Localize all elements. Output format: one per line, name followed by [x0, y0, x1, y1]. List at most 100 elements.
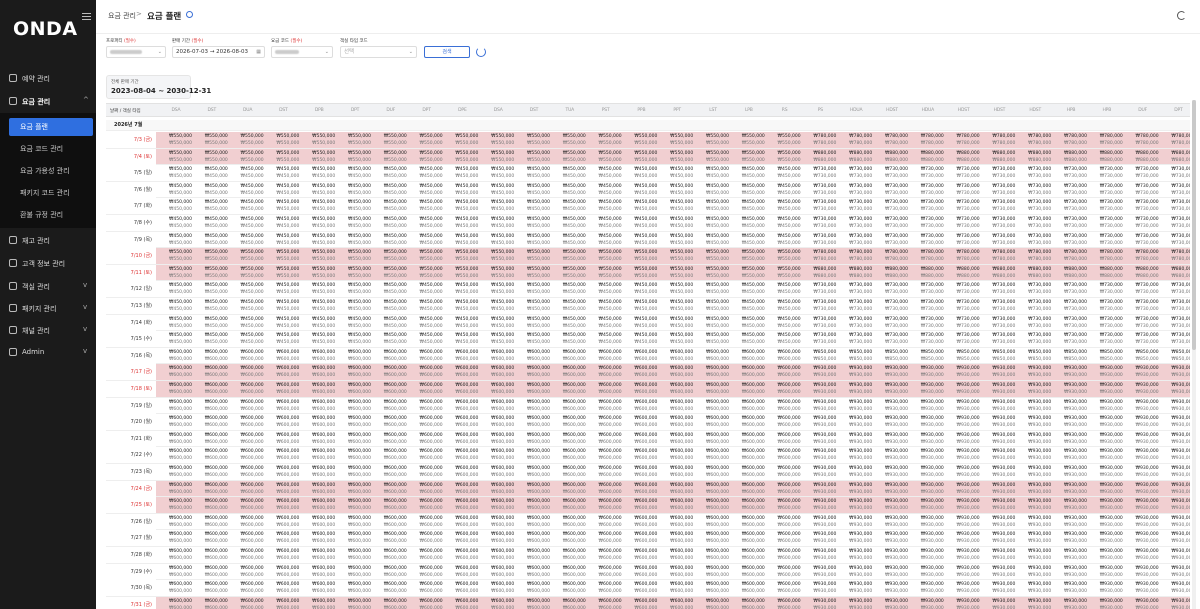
rate-cell[interactable]: ₩600,000 ₩600,000 — [588, 365, 624, 379]
rate-cell[interactable]: ₩930,000₩930,000 — [1125, 465, 1161, 479]
rate-cell[interactable]: ₩450,000 ₩450,000 — [194, 216, 230, 230]
rate-cell[interactable]: ₩550,000 ₩550,000 — [158, 133, 194, 147]
rate-cell[interactable]: ₩930,000₩930,000 — [838, 598, 874, 609]
rate-cell[interactable]: ₩730,000₩730,000 — [981, 332, 1017, 346]
rate-cell[interactable]: ₩880,000₩880,000 — [1053, 150, 1089, 164]
rate-cell[interactable]: ₩600,000 ₩600,000 — [767, 382, 803, 396]
rate-cell[interactable]: ₩730,000₩730,000 — [946, 316, 982, 330]
rate-cell[interactable]: ₩450,000 ₩450,000 — [623, 316, 659, 330]
rate-cell[interactable]: ₩550,000 ₩550,000 — [767, 249, 803, 263]
rate-cell[interactable]: ₩450,000 ₩450,000 — [659, 166, 695, 180]
rate-cell[interactable]: ₩550,000 ₩550,000 — [230, 249, 266, 263]
rate-cell[interactable]: ₩930,000₩930,000 — [838, 548, 874, 562]
rate-cell[interactable]: ₩550,000 ₩550,000 — [409, 266, 445, 280]
rate-cell[interactable]: ₩550,000 ₩550,000 — [337, 150, 373, 164]
rate-cell[interactable]: ₩600,000 ₩600,000 — [444, 548, 480, 562]
rate-cell[interactable]: ₩600,000 ₩600,000 — [158, 581, 194, 595]
rate-cell[interactable]: ₩930,000₩930,000 — [1017, 365, 1053, 379]
rate-cell[interactable]: ₩450,000 ₩450,000 — [695, 316, 731, 330]
rate-cell[interactable]: ₩930,000₩930,000 — [946, 581, 982, 595]
rate-cell[interactable]: ₩600,000 ₩600,000 — [588, 515, 624, 529]
rate-cell[interactable]: ₩450,000 ₩450,000 — [695, 166, 731, 180]
rate-cell[interactable]: ₩930,000₩930,000 — [1160, 598, 1190, 609]
rate-cell[interactable]: ₩450,000 ₩450,000 — [480, 183, 516, 197]
rate-cell[interactable]: ₩600,000 ₩600,000 — [373, 531, 409, 545]
rate-cell[interactable]: ₩550,000 ₩550,000 — [337, 266, 373, 280]
rate-cell[interactable]: ₩930,000₩930,000 — [802, 415, 838, 429]
rate-cell[interactable]: ₩450,000 ₩450,000 — [731, 282, 767, 296]
rate-cell[interactable]: ₩450,000 ₩450,000 — [194, 316, 230, 330]
rate-cell[interactable]: ₩930,000₩930,000 — [1089, 598, 1125, 609]
rate-cell[interactable]: ₩600,000 ₩600,000 — [659, 498, 695, 512]
sidebar-item-6[interactable]: 채널 관리 v — [0, 320, 96, 340]
rate-cell[interactable]: ₩600,000 ₩600,000 — [265, 349, 301, 363]
rate-cell[interactable]: ₩880,000₩880,000 — [910, 266, 946, 280]
rate-cell[interactable]: ₩780,000₩780,000 — [1017, 249, 1053, 263]
rate-cell[interactable]: ₩730,000₩730,000 — [874, 233, 910, 247]
rate-cell[interactable]: ₩880,000₩880,000 — [802, 266, 838, 280]
rate-cell[interactable]: ₩450,000 ₩450,000 — [767, 316, 803, 330]
rate-cell[interactable]: ₩930,000₩930,000 — [910, 515, 946, 529]
rate-cell[interactable]: ₩600,000 ₩600,000 — [444, 565, 480, 579]
rate-cell[interactable]: ₩450,000 ₩450,000 — [373, 183, 409, 197]
rate-cell[interactable]: ₩730,000₩730,000 — [802, 216, 838, 230]
rate-cell[interactable]: ₩450,000 ₩450,000 — [552, 216, 588, 230]
rate-cell[interactable]: ₩600,000 ₩600,000 — [659, 531, 695, 545]
rate-cell[interactable]: ₩730,000₩730,000 — [1089, 316, 1125, 330]
rate-cell[interactable]: ₩600,000 ₩600,000 — [588, 565, 624, 579]
rate-cell[interactable]: ₩930,000₩930,000 — [1053, 515, 1089, 529]
rate-cell[interactable]: ₩450,000 ₩450,000 — [337, 216, 373, 230]
rate-cell[interactable]: ₩450,000 ₩450,000 — [409, 282, 445, 296]
rate-cell[interactable]: ₩450,000 ₩450,000 — [409, 183, 445, 197]
rate-cell[interactable]: ₩930,000₩930,000 — [1017, 498, 1053, 512]
rate-cell[interactable]: ₩450,000 ₩450,000 — [265, 183, 301, 197]
rate-cell[interactable]: ₩600,000 ₩600,000 — [409, 365, 445, 379]
rate-cell[interactable]: ₩600,000 ₩600,000 — [265, 465, 301, 479]
rate-cell[interactable]: ₩730,000₩730,000 — [802, 199, 838, 213]
rate-cell[interactable]: ₩930,000₩930,000 — [838, 415, 874, 429]
rate-cell[interactable]: ₩730,000₩730,000 — [981, 183, 1017, 197]
rate-cell[interactable]: ₩780,000₩780,000 — [1160, 133, 1190, 147]
rate-cell[interactable]: ₩600,000 ₩600,000 — [480, 365, 516, 379]
rate-cell[interactable]: ₩600,000 ₩600,000 — [194, 349, 230, 363]
rate-cell[interactable]: ₩780,000₩780,000 — [1017, 133, 1053, 147]
rate-cell[interactable]: ₩730,000₩730,000 — [838, 216, 874, 230]
rate-cell[interactable]: ₩600,000 ₩600,000 — [695, 365, 731, 379]
rate-cell[interactable]: ₩730,000₩730,000 — [1053, 216, 1089, 230]
rate-cell[interactable]: ₩600,000 ₩600,000 — [230, 432, 266, 446]
rate-cell[interactable]: ₩600,000 ₩600,000 — [444, 432, 480, 446]
rate-cell[interactable]: ₩850,000₩850,000 — [910, 349, 946, 363]
rate-cell[interactable]: ₩730,000₩730,000 — [1017, 332, 1053, 346]
rate-cell[interactable]: ₩930,000₩930,000 — [802, 565, 838, 579]
rate-cell[interactable]: ₩600,000 ₩600,000 — [767, 399, 803, 413]
rate-cell[interactable]: ₩450,000 ₩450,000 — [623, 299, 659, 313]
rate-cell[interactable]: ₩930,000₩930,000 — [838, 515, 874, 529]
rate-cell[interactable]: ₩450,000 ₩450,000 — [337, 166, 373, 180]
rate-cell[interactable]: ₩600,000 ₩600,000 — [659, 432, 695, 446]
logout-icon[interactable] — [1177, 11, 1186, 20]
rate-cell[interactable]: ₩600,000 ₩600,000 — [301, 515, 337, 529]
rate-cell[interactable]: ₩930,000₩930,000 — [981, 448, 1017, 462]
rate-cell[interactable]: ₩930,000₩930,000 — [874, 498, 910, 512]
rate-cell[interactable]: ₩450,000 ₩450,000 — [588, 199, 624, 213]
rate-cell[interactable]: ₩930,000₩930,000 — [1125, 565, 1161, 579]
rate-cell[interactable]: ₩600,000 ₩600,000 — [301, 465, 337, 479]
rate-cell[interactable]: ₩850,000₩850,000 — [946, 349, 982, 363]
rate-cell[interactable]: ₩450,000 ₩450,000 — [516, 166, 552, 180]
rate-cell[interactable]: ₩600,000 ₩600,000 — [623, 465, 659, 479]
rate-cell[interactable]: ₩730,000₩730,000 — [1160, 299, 1190, 313]
rate-cell[interactable]: ₩930,000₩930,000 — [1053, 382, 1089, 396]
rate-cell[interactable]: ₩450,000 ₩450,000 — [158, 233, 194, 247]
rate-cell[interactable]: ₩730,000₩730,000 — [838, 282, 874, 296]
rate-cell[interactable]: ₩850,000₩850,000 — [874, 349, 910, 363]
rate-cell[interactable]: ₩600,000 ₩600,000 — [301, 432, 337, 446]
rate-cell[interactable]: ₩930,000₩930,000 — [1089, 448, 1125, 462]
rate-cell[interactable]: ₩930,000₩930,000 — [910, 415, 946, 429]
rate-cell[interactable]: ₩550,000 ₩550,000 — [265, 249, 301, 263]
rate-cell[interactable]: ₩600,000 ₩600,000 — [480, 482, 516, 496]
rate-cell[interactable]: ₩600,000 ₩600,000 — [767, 531, 803, 545]
rate-cell[interactable]: ₩930,000₩930,000 — [946, 548, 982, 562]
rate-cell[interactable]: ₩730,000₩730,000 — [981, 282, 1017, 296]
rate-cell[interactable]: ₩600,000 ₩600,000 — [480, 515, 516, 529]
rate-cell[interactable]: ₩730,000₩730,000 — [1053, 282, 1089, 296]
